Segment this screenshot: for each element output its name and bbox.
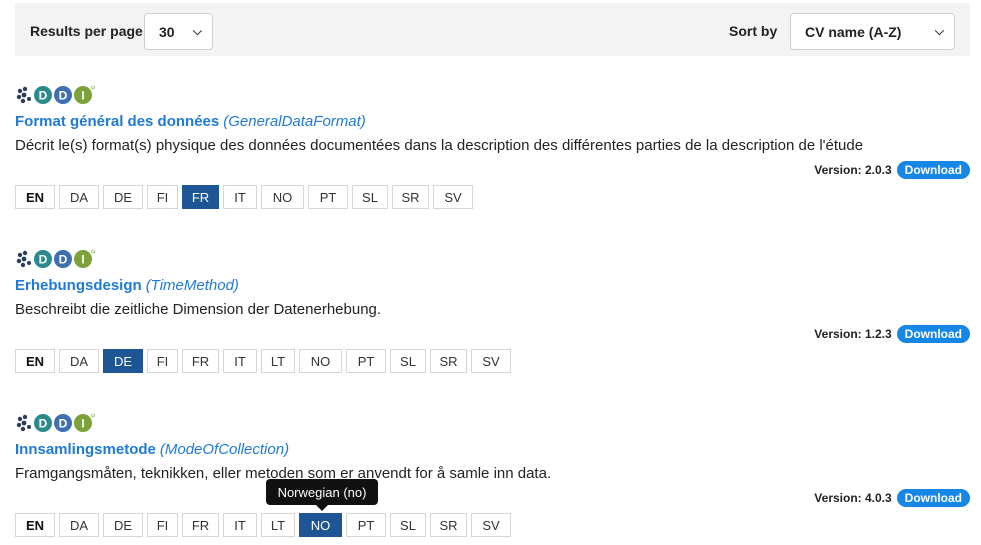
language-button-da[interactable]: DA xyxy=(59,513,99,537)
logo-letter: I xyxy=(81,253,84,267)
language-button-sl[interactable]: SL xyxy=(390,513,426,537)
cv-version-row: Version: 4.0.3 Download xyxy=(814,489,970,507)
cv-identifier: (TimeMethod) xyxy=(145,277,239,294)
cv-description: Décrit le(s) format(s) physique des donn… xyxy=(15,137,864,154)
logo-letter: D xyxy=(39,253,48,267)
download-button[interactable]: Download xyxy=(896,489,970,507)
tooltip-arrow xyxy=(316,505,328,511)
cv-version-row: Version: 1.2.3 Download xyxy=(814,325,970,343)
language-selector: EN DA DE FI FR IT LT NO PT SL SR SV xyxy=(15,513,511,537)
language-button-en[interactable]: EN xyxy=(15,513,55,537)
language-button-sr[interactable]: SR xyxy=(430,513,467,537)
ddi-logo: D D I xyxy=(16,413,95,432)
language-button-fi[interactable]: FI xyxy=(147,349,178,373)
language-button-sl[interactable]: SL xyxy=(352,185,388,209)
download-button[interactable]: Download xyxy=(896,325,970,343)
cv-entry: D D I Innsamlingsmetode (ModeOfCollection… xyxy=(15,413,970,545)
language-button-lt[interactable]: LT xyxy=(261,349,295,373)
cv-title: Innsamlingsmetode xyxy=(15,441,156,458)
language-button-it[interactable]: IT xyxy=(223,349,257,373)
ddi-logo: D D I xyxy=(16,85,95,104)
sort-by-label: Sort by xyxy=(729,23,778,39)
language-button-pt[interactable]: PT xyxy=(346,349,386,373)
language-button-no[interactable]: NO xyxy=(299,513,342,537)
language-button-de[interactable]: DE xyxy=(103,349,143,373)
language-button-da[interactable]: DA xyxy=(59,349,99,373)
cv-identifier: (GeneralDataFormat) xyxy=(223,113,366,130)
cv-entry: D D I Erhebungsdesign (TimeMethod) Beschr… xyxy=(15,249,970,389)
language-button-sr[interactable]: SR xyxy=(392,185,429,209)
cv-version: Version: 1.2.3 xyxy=(814,327,892,341)
language-button-fr[interactable]: FR xyxy=(182,349,219,373)
logo-letter: D xyxy=(59,417,68,431)
cv-title-link[interactable]: Format général des données (GeneralDataFo… xyxy=(15,113,366,130)
cv-version: Version: 2.0.3 xyxy=(814,163,892,177)
logo-letter: I xyxy=(81,417,84,431)
ddi-logo: D D I xyxy=(16,249,95,268)
cv-title-link[interactable]: Innsamlingsmetode (ModeOfCollection) xyxy=(15,441,289,458)
results-per-page-label: Results per page xyxy=(30,23,143,39)
logo-letter: D xyxy=(39,417,48,431)
language-button-sr[interactable]: SR xyxy=(430,349,467,373)
language-button-lt[interactable]: LT xyxy=(261,513,295,537)
language-tooltip: Norwegian (no) xyxy=(266,479,378,511)
language-button-fi[interactable]: FI xyxy=(147,513,178,537)
logo-letter: I xyxy=(81,89,84,103)
results-toolbar: Results per page 30 ⌵ Sort by CV name (A… xyxy=(15,3,970,56)
language-button-it[interactable]: IT xyxy=(223,513,257,537)
language-button-en[interactable]: EN xyxy=(15,185,55,209)
language-button-sv[interactable]: SV xyxy=(433,185,473,209)
language-button-no[interactable]: NO xyxy=(261,185,304,209)
sort-by-value: CV name (A-Z) xyxy=(805,24,902,40)
language-button-fr[interactable]: FR xyxy=(182,185,219,209)
language-button-sv[interactable]: SV xyxy=(471,349,511,373)
download-button[interactable]: Download xyxy=(896,161,970,179)
sort-by-select[interactable]: CV name (A-Z) ⌵ xyxy=(790,13,955,50)
chevron-down-icon: ⌵ xyxy=(934,24,944,38)
language-button-de[interactable]: DE xyxy=(103,513,143,537)
language-button-no[interactable]: NO xyxy=(299,349,342,373)
logo-letter: D xyxy=(39,89,48,103)
results-per-page-value: 30 xyxy=(159,24,175,40)
language-selector: EN DA DE FI FR IT LT NO PT SL SR SV xyxy=(15,349,511,373)
language-button-fr[interactable]: FR xyxy=(182,513,219,537)
language-selector: EN DA DE FI FR IT NO PT SL SR SV xyxy=(15,185,473,209)
cv-title-link[interactable]: Erhebungsdesign (TimeMethod) xyxy=(15,277,239,294)
logo-letter: D xyxy=(59,89,68,103)
language-button-sv[interactable]: SV xyxy=(471,513,511,537)
language-button-de[interactable]: DE xyxy=(103,185,143,209)
chevron-down-icon: ⌵ xyxy=(192,24,202,38)
cv-description: Beschreibt die zeitliche Dimension der D… xyxy=(15,301,382,318)
language-button-en[interactable]: EN xyxy=(15,349,55,373)
language-button-da[interactable]: DA xyxy=(59,185,99,209)
cv-identifier: (ModeOfCollection) xyxy=(159,441,290,458)
results-per-page-select[interactable]: 30 ⌵ xyxy=(144,13,213,50)
language-button-it[interactable]: IT xyxy=(223,185,257,209)
cv-version: Version: 4.0.3 xyxy=(814,491,892,505)
language-button-pt[interactable]: PT xyxy=(346,513,386,537)
language-button-sl[interactable]: SL xyxy=(390,349,426,373)
cv-title: Format général des données xyxy=(15,113,220,130)
cv-entry: D D I Format général des données (General… xyxy=(15,85,970,225)
language-button-pt[interactable]: PT xyxy=(308,185,348,209)
logo-letter: D xyxy=(59,253,68,267)
tooltip-text: Norwegian (no) xyxy=(277,484,367,500)
language-button-fi[interactable]: FI xyxy=(147,185,178,209)
cv-version-row: Version: 2.0.3 Download xyxy=(814,161,970,179)
cv-title: Erhebungsdesign xyxy=(15,277,142,294)
